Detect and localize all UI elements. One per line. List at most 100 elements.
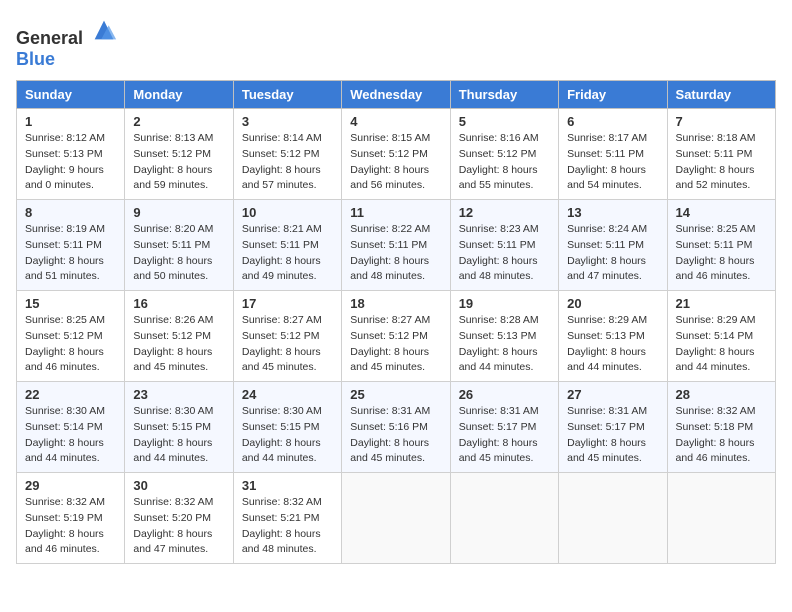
day-number: 22 (25, 387, 116, 402)
day-number: 13 (567, 205, 658, 220)
day-info: Sunrise: 8:29 AM Sunset: 5:13 PM Dayligh… (567, 313, 658, 376)
header-row: SundayMondayTuesdayWednesdayThursdayFrid… (17, 81, 776, 109)
day-info: Sunrise: 8:18 AM Sunset: 5:11 PM Dayligh… (676, 131, 767, 194)
day-cell: 2 Sunrise: 8:13 AM Sunset: 5:12 PM Dayli… (125, 109, 233, 200)
day-number: 18 (350, 296, 441, 311)
day-number: 2 (133, 114, 224, 129)
day-cell: 31 Sunrise: 8:32 AM Sunset: 5:21 PM Dayl… (233, 473, 341, 564)
day-info: Sunrise: 8:19 AM Sunset: 5:11 PM Dayligh… (25, 222, 116, 285)
col-header-monday: Monday (125, 81, 233, 109)
header: General Blue (16, 16, 776, 70)
week-row-2: 8 Sunrise: 8:19 AM Sunset: 5:11 PM Dayli… (17, 200, 776, 291)
logo-general: General (16, 28, 83, 48)
day-number: 28 (676, 387, 767, 402)
week-row-3: 15 Sunrise: 8:25 AM Sunset: 5:12 PM Dayl… (17, 291, 776, 382)
col-header-wednesday: Wednesday (342, 81, 450, 109)
day-cell: 28 Sunrise: 8:32 AM Sunset: 5:18 PM Dayl… (667, 382, 775, 473)
day-info: Sunrise: 8:31 AM Sunset: 5:16 PM Dayligh… (350, 404, 441, 467)
day-info: Sunrise: 8:32 AM Sunset: 5:19 PM Dayligh… (25, 495, 116, 558)
day-number: 21 (676, 296, 767, 311)
day-number: 20 (567, 296, 658, 311)
day-number: 16 (133, 296, 224, 311)
day-cell: 14 Sunrise: 8:25 AM Sunset: 5:11 PM Dayl… (667, 200, 775, 291)
day-info: Sunrise: 8:22 AM Sunset: 5:11 PM Dayligh… (350, 222, 441, 285)
day-info: Sunrise: 8:27 AM Sunset: 5:12 PM Dayligh… (242, 313, 333, 376)
calendar-table: SundayMondayTuesdayWednesdayThursdayFrid… (16, 80, 776, 564)
day-cell (667, 473, 775, 564)
day-cell: 29 Sunrise: 8:32 AM Sunset: 5:19 PM Dayl… (17, 473, 125, 564)
col-header-tuesday: Tuesday (233, 81, 341, 109)
day-number: 24 (242, 387, 333, 402)
day-info: Sunrise: 8:26 AM Sunset: 5:12 PM Dayligh… (133, 313, 224, 376)
day-cell: 12 Sunrise: 8:23 AM Sunset: 5:11 PM Dayl… (450, 200, 558, 291)
day-cell: 3 Sunrise: 8:14 AM Sunset: 5:12 PM Dayli… (233, 109, 341, 200)
day-cell: 10 Sunrise: 8:21 AM Sunset: 5:11 PM Dayl… (233, 200, 341, 291)
day-cell: 24 Sunrise: 8:30 AM Sunset: 5:15 PM Dayl… (233, 382, 341, 473)
logo-blue: Blue (16, 49, 55, 69)
day-info: Sunrise: 8:32 AM Sunset: 5:21 PM Dayligh… (242, 495, 333, 558)
day-info: Sunrise: 8:32 AM Sunset: 5:20 PM Dayligh… (133, 495, 224, 558)
day-cell: 1 Sunrise: 8:12 AM Sunset: 5:13 PM Dayli… (17, 109, 125, 200)
day-number: 19 (459, 296, 550, 311)
day-cell: 25 Sunrise: 8:31 AM Sunset: 5:16 PM Dayl… (342, 382, 450, 473)
day-info: Sunrise: 8:23 AM Sunset: 5:11 PM Dayligh… (459, 222, 550, 285)
day-info: Sunrise: 8:30 AM Sunset: 5:14 PM Dayligh… (25, 404, 116, 467)
day-number: 29 (25, 478, 116, 493)
day-cell: 23 Sunrise: 8:30 AM Sunset: 5:15 PM Dayl… (125, 382, 233, 473)
day-info: Sunrise: 8:29 AM Sunset: 5:14 PM Dayligh… (676, 313, 767, 376)
day-number: 6 (567, 114, 658, 129)
day-number: 4 (350, 114, 441, 129)
day-cell: 7 Sunrise: 8:18 AM Sunset: 5:11 PM Dayli… (667, 109, 775, 200)
day-info: Sunrise: 8:32 AM Sunset: 5:18 PM Dayligh… (676, 404, 767, 467)
day-info: Sunrise: 8:31 AM Sunset: 5:17 PM Dayligh… (567, 404, 658, 467)
week-row-1: 1 Sunrise: 8:12 AM Sunset: 5:13 PM Dayli… (17, 109, 776, 200)
day-info: Sunrise: 8:30 AM Sunset: 5:15 PM Dayligh… (133, 404, 224, 467)
day-number: 27 (567, 387, 658, 402)
day-info: Sunrise: 8:12 AM Sunset: 5:13 PM Dayligh… (25, 131, 116, 194)
day-number: 1 (25, 114, 116, 129)
day-number: 5 (459, 114, 550, 129)
day-number: 7 (676, 114, 767, 129)
day-cell: 27 Sunrise: 8:31 AM Sunset: 5:17 PM Dayl… (559, 382, 667, 473)
day-cell: 9 Sunrise: 8:20 AM Sunset: 5:11 PM Dayli… (125, 200, 233, 291)
col-header-sunday: Sunday (17, 81, 125, 109)
day-cell: 13 Sunrise: 8:24 AM Sunset: 5:11 PM Dayl… (559, 200, 667, 291)
day-number: 17 (242, 296, 333, 311)
day-info: Sunrise: 8:24 AM Sunset: 5:11 PM Dayligh… (567, 222, 658, 285)
logo: General Blue (16, 16, 118, 70)
day-cell (559, 473, 667, 564)
day-info: Sunrise: 8:15 AM Sunset: 5:12 PM Dayligh… (350, 131, 441, 194)
day-cell: 22 Sunrise: 8:30 AM Sunset: 5:14 PM Dayl… (17, 382, 125, 473)
week-row-4: 22 Sunrise: 8:30 AM Sunset: 5:14 PM Dayl… (17, 382, 776, 473)
day-info: Sunrise: 8:21 AM Sunset: 5:11 PM Dayligh… (242, 222, 333, 285)
day-number: 11 (350, 205, 441, 220)
day-number: 14 (676, 205, 767, 220)
logo-text: General Blue (16, 16, 118, 70)
day-cell: 17 Sunrise: 8:27 AM Sunset: 5:12 PM Dayl… (233, 291, 341, 382)
day-number: 9 (133, 205, 224, 220)
day-cell: 4 Sunrise: 8:15 AM Sunset: 5:12 PM Dayli… (342, 109, 450, 200)
day-cell (450, 473, 558, 564)
day-info: Sunrise: 8:25 AM Sunset: 5:12 PM Dayligh… (25, 313, 116, 376)
day-cell: 6 Sunrise: 8:17 AM Sunset: 5:11 PM Dayli… (559, 109, 667, 200)
day-number: 3 (242, 114, 333, 129)
week-row-5: 29 Sunrise: 8:32 AM Sunset: 5:19 PM Dayl… (17, 473, 776, 564)
day-info: Sunrise: 8:25 AM Sunset: 5:11 PM Dayligh… (676, 222, 767, 285)
day-cell: 19 Sunrise: 8:28 AM Sunset: 5:13 PM Dayl… (450, 291, 558, 382)
day-info: Sunrise: 8:20 AM Sunset: 5:11 PM Dayligh… (133, 222, 224, 285)
day-number: 26 (459, 387, 550, 402)
day-info: Sunrise: 8:28 AM Sunset: 5:13 PM Dayligh… (459, 313, 550, 376)
day-cell: 26 Sunrise: 8:31 AM Sunset: 5:17 PM Dayl… (450, 382, 558, 473)
day-cell (342, 473, 450, 564)
day-info: Sunrise: 8:30 AM Sunset: 5:15 PM Dayligh… (242, 404, 333, 467)
col-header-saturday: Saturday (667, 81, 775, 109)
day-cell: 30 Sunrise: 8:32 AM Sunset: 5:20 PM Dayl… (125, 473, 233, 564)
day-cell: 8 Sunrise: 8:19 AM Sunset: 5:11 PM Dayli… (17, 200, 125, 291)
day-cell: 20 Sunrise: 8:29 AM Sunset: 5:13 PM Dayl… (559, 291, 667, 382)
day-number: 10 (242, 205, 333, 220)
day-info: Sunrise: 8:31 AM Sunset: 5:17 PM Dayligh… (459, 404, 550, 467)
day-number: 8 (25, 205, 116, 220)
day-info: Sunrise: 8:13 AM Sunset: 5:12 PM Dayligh… (133, 131, 224, 194)
day-number: 15 (25, 296, 116, 311)
day-number: 12 (459, 205, 550, 220)
